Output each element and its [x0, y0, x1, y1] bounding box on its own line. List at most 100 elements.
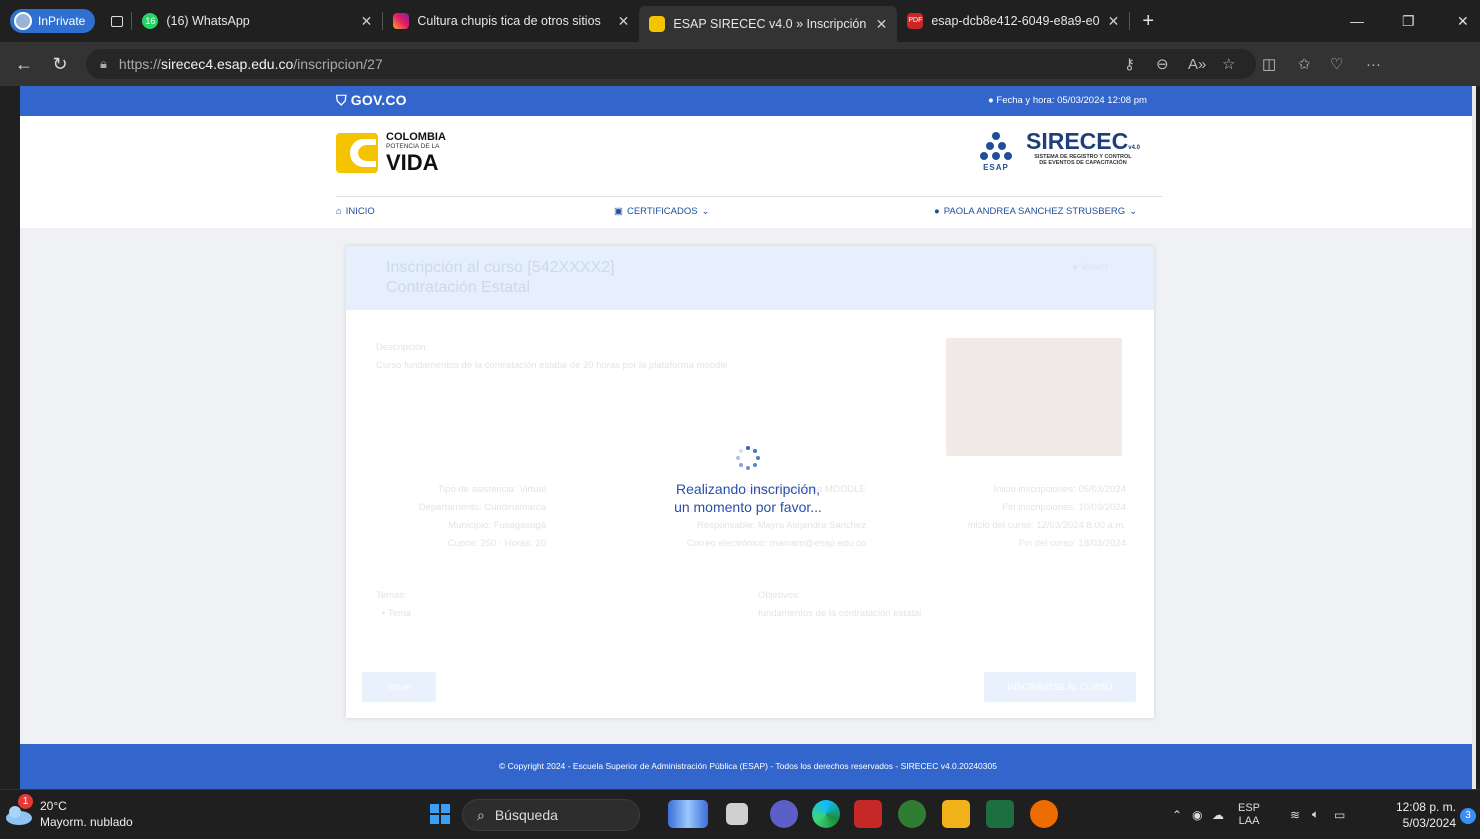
app-green-icon[interactable] [898, 800, 926, 828]
teams-chat-icon[interactable] [770, 800, 798, 828]
excel-icon[interactable] [986, 800, 1014, 828]
taskbar-search[interactable]: ⌕ Búsqueda [462, 799, 640, 831]
sirecec-subtitle-2: DE EVENTOS DE CAPACITACIÓN [1039, 159, 1127, 166]
wifi-icon[interactable]: ≋ [1290, 790, 1300, 839]
task-view-icon[interactable] [726, 803, 748, 825]
datetime-display: ● Fecha y hora: 05/03/2024 12:08 pm [988, 95, 1147, 106]
instagram-icon [393, 13, 410, 29]
sirecec-version: v4.0 [1128, 145, 1140, 151]
clock-icon: ● [988, 95, 994, 106]
inprivate-badge[interactable]: InPrivate [10, 9, 96, 33]
widgets-icon[interactable] [668, 800, 708, 828]
profile-avatar [14, 12, 32, 30]
close-tab-icon[interactable]: ✕ [876, 16, 888, 33]
loading-line-2: un momento por favor... [674, 499, 822, 515]
lang-line-1: ESP [1238, 801, 1261, 814]
language-indicator[interactable]: ESP LAA [1238, 790, 1260, 839]
more-options-icon[interactable]: ··· [1366, 42, 1381, 86]
close-tab-icon[interactable]: ✕ [361, 13, 373, 30]
weather-badge: 1 [18, 794, 33, 809]
tab-esap-inscripcion[interactable]: ESAP SIRECEC v4.0 » Inscripción ✕ [639, 6, 898, 42]
read-aloud-icon[interactable]: A» [1188, 42, 1206, 86]
sirecec-logo[interactable]: ESAP SIRECECv4.0 SISTEMA DE REGISTRO Y C… [976, 130, 1140, 172]
site-header: COLOMBIA POTENCIA DE LA VIDA ESAP SIRECE… [20, 116, 1476, 228]
tab-title: Cultura chupis tica de otros sitios [417, 14, 601, 28]
split-screen-icon[interactable]: ◫ [1262, 42, 1276, 86]
gov-co-text: GOV.CO [350, 92, 407, 108]
health-icon[interactable]: ♡ [1330, 42, 1343, 86]
weather-widget[interactable]: 20°C Mayorm. nublado [40, 798, 133, 830]
back-arrow-icon[interactable]: ← [6, 54, 42, 75]
gov-co-logo[interactable]: ⛉ GOV.CO [336, 92, 407, 109]
start-windows-icon[interactable] [430, 804, 450, 824]
logo-line-3: VIDA [386, 149, 439, 175]
new-tab-button[interactable]: + [1130, 4, 1166, 38]
refresh-icon[interactable]: ↻ [42, 54, 78, 75]
whatsapp-icon: 16 [142, 13, 159, 29]
tab-actions-icon[interactable] [103, 7, 131, 35]
lock-icon: 🔒︎ [100, 56, 107, 71]
lang-line-2: LAA [1238, 814, 1260, 827]
esap-text: ESAP [983, 163, 1009, 172]
close-tab-icon[interactable]: ✕ [618, 13, 630, 30]
favorites-list-icon[interactable]: ✩ [1298, 42, 1311, 86]
app-red-icon[interactable] [854, 800, 882, 828]
tab-title: (16) WhatsApp [166, 14, 250, 28]
weather-desc: Mayorm. nublado [40, 815, 133, 829]
volume-icon[interactable]: 🔈︎ [1312, 790, 1319, 839]
minimize-button[interactable]: — [1350, 0, 1364, 42]
pdf-icon: PDF [907, 13, 924, 29]
datetime-text: Fecha y hora: 05/03/2024 12:08 pm [996, 95, 1147, 106]
colombia-potencia-logo[interactable]: COLOMBIA POTENCIA DE LA VIDA [336, 132, 446, 174]
tab-instagram[interactable]: Cultura chupis tica de otros sitios ✕ [383, 4, 639, 38]
tray-app-icon[interactable]: ◉ [1192, 790, 1202, 839]
menu-certificados-label: CERTIFICADOS [626, 206, 698, 217]
taskbar-search-label: Búsqueda [494, 807, 558, 823]
windows-taskbar: 1 20°C Mayorm. nublado ⌕ Búsqueda ⌃ ◉ ☁ … [0, 789, 1480, 838]
edge-browser-icon[interactable] [812, 800, 840, 828]
close-tab-icon[interactable]: ✕ [1108, 13, 1120, 30]
tray-sync-icon[interactable]: ☁ [1212, 790, 1224, 839]
search-icon: ⌕ [477, 806, 485, 823]
weather-temp: 20°C [40, 799, 67, 813]
sirecec-name: SIRECEC [1026, 128, 1129, 154]
user-icon: ● [934, 206, 940, 217]
clock-time: 12:08 p. m. [1395, 800, 1456, 814]
key-icon[interactable]: ⚷ [1124, 42, 1135, 86]
battery-icon[interactable]: ▭ [1334, 790, 1345, 839]
header-divider [336, 196, 1162, 197]
menu-inicio[interactable]: ⌂ INICIO [336, 206, 375, 217]
url-text: https://sirecec4.esap.edu.co/inscripcion… [118, 56, 383, 72]
web-viewport: ⛉ GOV.CO ● Fecha y hora: 05/03/2024 12:0… [20, 86, 1476, 789]
url-input[interactable]: 🔒︎ https://sirecec4.esap.edu.co/inscripc… [86, 49, 1256, 79]
tray-chevron-up-icon[interactable]: ⌃ [1172, 790, 1182, 839]
page-scrollbar[interactable] [1472, 86, 1476, 789]
footer-copyright: © Copyright 2024 - Escuela Superior de A… [499, 761, 997, 771]
menu-user[interactable]: ● PAOLA ANDREA SANCHEZ STRUSBERG ⌄ [934, 206, 1137, 217]
colombia-favicon-icon [649, 16, 666, 32]
site-footer: © Copyright 2024 - Escuela Superior de A… [20, 744, 1476, 789]
gov-top-bar: ⛉ GOV.CO ● Fecha y hora: 05/03/2024 12:0… [20, 86, 1476, 116]
tab-whatsapp[interactable]: 16 (16) WhatsApp ✕ [132, 4, 382, 38]
file-explorer-icon[interactable] [942, 800, 970, 828]
logo-line-1: COLOMBIA [386, 131, 446, 143]
favorite-star-icon[interactable]: ☆ [1222, 42, 1235, 86]
clock-date: 5/03/2024 [1402, 816, 1456, 830]
certificate-icon: ▣ [614, 206, 623, 217]
app-orange-icon[interactable] [1030, 800, 1058, 828]
menu-certificados[interactable]: ▣ CERTIFICADOS ⌄ [614, 206, 710, 217]
system-clock[interactable]: 12:08 p. m. 5/03/2024 [1386, 799, 1456, 831]
notification-badge[interactable]: 3 [1460, 808, 1476, 824]
gov-shield-icon: ⛉ [336, 92, 347, 108]
tab-title: ESAP SIRECEC v4.0 » Inscripción [673, 17, 867, 31]
chevron-down-icon: ⌄ [1129, 206, 1138, 217]
zoom-out-icon[interactable]: ⊖ [1156, 42, 1169, 86]
tab-pdf[interactable]: PDF esap-dcb8e412-6049-e8a9-e063 ✕ [897, 4, 1129, 38]
menu-inicio-label: INICIO [345, 206, 375, 217]
loading-message: Realizando inscripción, un momento por f… [620, 480, 876, 516]
address-bar-row: ← ↻ 🔒︎ https://sirecec4.esap.edu.co/insc… [0, 42, 1480, 86]
restore-button[interactable]: ❐ [1402, 0, 1415, 42]
close-window-button[interactable]: ✕ [1457, 0, 1469, 42]
chevron-down-icon: ⌄ [701, 206, 710, 217]
inprivate-label: InPrivate [38, 14, 86, 28]
